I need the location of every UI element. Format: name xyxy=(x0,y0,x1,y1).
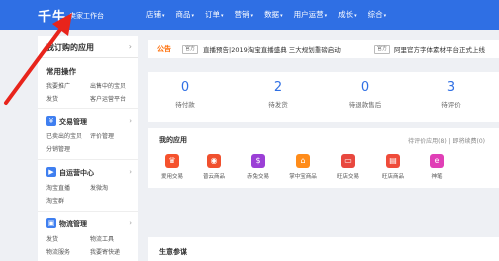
sidebar-link-customer[interactable]: 客户运营平台 xyxy=(90,94,126,103)
section-title-self-ops[interactable]: 自运营中心 xyxy=(59,168,94,178)
chevron-down-icon: ▾ xyxy=(221,13,224,19)
app-puyun-goods[interactable]: ◉ 普云商品 xyxy=(194,154,234,180)
sidebar-link-logistics-tools[interactable]: 物流工具 xyxy=(90,234,114,243)
chevron-right-icon: › xyxy=(129,219,132,227)
stat-pending-shipment[interactable]: 2 待发货 xyxy=(248,80,308,109)
nav-item-general[interactable]: 综合▾ xyxy=(368,9,387,21)
divider xyxy=(38,211,138,212)
stat-pending-review[interactable]: 3 待评价 xyxy=(421,80,481,109)
chevron-right-icon: › xyxy=(129,117,132,125)
shop-icon: ⌂ xyxy=(296,154,310,168)
apps-title: 我的应用 xyxy=(159,136,187,144)
app-label: 掌中宝商品 xyxy=(289,174,317,180)
nav-item-user-ops[interactable]: 用户运营▾ xyxy=(294,9,328,21)
stat-value: 0 xyxy=(360,80,370,95)
sidebar: 我订购的应用 › 常用操作 我要推广 出售中的宝贝 发货 客户运营平台 ¥ 交易… xyxy=(38,36,138,261)
my-apps-card: 我的应用 待评价应用(8) | 即将续费(0) ♛ 爱用交易 ◉ 普云商品 $ … xyxy=(148,128,499,188)
app-wangdian-goods[interactable]: ▤ 旺店商品 xyxy=(373,154,413,180)
chevron-down-icon: ▾ xyxy=(250,13,254,19)
sidebar-link-deliver[interactable]: 发货 xyxy=(46,234,58,243)
app-shenbi[interactable]: e 神笔 xyxy=(417,154,457,180)
app-label: 神笔 xyxy=(431,174,443,180)
divider xyxy=(38,108,138,109)
crown-icon: ♛ xyxy=(165,154,179,168)
nav-item-marketing[interactable]: 营销▾ xyxy=(235,9,254,21)
top-nav-bar: 千牛 卖家工作台 店铺▾ 商品▾ 订单▾ 营销▾ 数据▾ 用户运营▾ 成长▾ 综… xyxy=(0,0,499,30)
stat-value: 3 xyxy=(446,80,456,95)
official-tag: 官方 xyxy=(374,45,391,54)
stat-value: 2 xyxy=(273,80,283,95)
sidebar-link-reviews[interactable]: 评价管理 xyxy=(90,131,114,140)
logo[interactable]: 千牛 xyxy=(38,6,66,25)
nav-item-shop[interactable]: 店铺▾ xyxy=(146,9,165,21)
app-chitu-trade[interactable]: $ 赤兔交易 xyxy=(238,154,278,180)
sidebar-link-weitao[interactable]: 发微淘 xyxy=(90,183,108,192)
sidebar-link-promote[interactable]: 我要推广 xyxy=(46,81,70,90)
stat-value: 0 xyxy=(180,80,190,95)
notice-item[interactable]: 阿里官方字体素材平台正式上线 xyxy=(394,44,485,54)
stat-pending-payment[interactable]: 0 待付款 xyxy=(155,80,215,109)
notice-bar: 公告 官方 直播预告|2019淘宝直播盛典 三大规划重磅启动 官方 阿里官方字体… xyxy=(148,40,499,58)
chevron-down-icon: ▾ xyxy=(383,13,387,19)
sidebar-link-live[interactable]: 淘宝直播 xyxy=(46,183,70,192)
chevron-down-icon: ▾ xyxy=(191,13,195,19)
app-label: 旺店商品 xyxy=(381,174,404,180)
media-icon: ▶ xyxy=(46,167,56,177)
business-title: 生意参谋 xyxy=(159,248,187,256)
app-zhangzhongbao-goods[interactable]: ⌂ 掌中宝商品 xyxy=(283,154,323,180)
divider xyxy=(38,159,138,160)
logistics-icon: ▣ xyxy=(46,218,56,228)
business-advisor-card: 生意参谋 xyxy=(148,237,499,261)
section-title-trade[interactable]: 交易管理 xyxy=(59,117,87,127)
app-label: 赤兔交易 xyxy=(246,174,269,180)
monitor-icon: ▭ xyxy=(341,154,355,168)
sidebar-title: 我订购的应用 xyxy=(46,43,94,52)
chevron-down-icon: ▾ xyxy=(354,13,357,19)
app-label: 普云商品 xyxy=(202,174,225,180)
eye-icon: ◉ xyxy=(207,154,221,168)
price-tag-icon: $ xyxy=(251,154,265,168)
app-wangdian-trade[interactable]: ▭ 旺店交易 xyxy=(328,154,368,180)
sidebar-link-sold[interactable]: 已卖出的宝贝 xyxy=(46,131,82,140)
nav-item-orders[interactable]: 订单▾ xyxy=(205,9,224,21)
chevron-down-icon: ▾ xyxy=(280,13,283,19)
sidebar-link-logistics-service[interactable]: 物流服务 xyxy=(46,247,70,256)
main-nav: 店铺▾ 商品▾ 订单▾ 营销▾ 数据▾ 用户运营▾ 成长▾ 综合▾ xyxy=(146,9,397,21)
apps-header-links[interactable]: 待评价应用(8) | 即将续费(0) xyxy=(408,136,485,145)
official-tag: 官方 xyxy=(182,45,199,54)
notice-label: 公告 xyxy=(157,45,171,53)
e-icon: e xyxy=(430,154,444,168)
stat-label: 待评价 xyxy=(441,101,461,109)
stat-label: 待退款售后 xyxy=(348,101,382,109)
logo-subtitle: 卖家工作台 xyxy=(69,12,104,20)
sidebar-link-on-sale[interactable]: 出售中的宝贝 xyxy=(90,81,126,90)
sidebar-header[interactable]: 我订购的应用 › xyxy=(38,36,138,58)
chevron-right-icon: › xyxy=(128,42,132,51)
stat-label: 待发货 xyxy=(268,101,288,109)
sidebar-link-group[interactable]: 淘宝群 xyxy=(46,196,64,205)
wallet-icon: ▤ xyxy=(386,154,400,168)
nav-item-goods[interactable]: 商品▾ xyxy=(176,9,195,21)
chevron-down-icon: ▾ xyxy=(162,13,165,19)
app-label: 旺店交易 xyxy=(336,174,359,180)
section-title-logistics[interactable]: 物流管理 xyxy=(59,219,87,229)
nav-item-growth[interactable]: 成长▾ xyxy=(338,9,357,21)
notice-item[interactable]: 直播预告|2019淘宝直播盛典 三大规划重磅启动 xyxy=(203,44,341,54)
trade-icon: ¥ xyxy=(46,116,56,126)
stat-label: 待付款 xyxy=(175,101,195,109)
sidebar-link-ship[interactable]: 发货 xyxy=(46,94,58,103)
stat-pending-refund[interactable]: 0 待退款售后 xyxy=(335,80,395,109)
app-aiyong-trade[interactable]: ♛ 爱用交易 xyxy=(152,154,192,180)
chevron-down-icon: ▾ xyxy=(324,13,328,19)
nav-item-data[interactable]: 数据▾ xyxy=(264,9,283,21)
app-label: 爱用交易 xyxy=(160,174,183,180)
sidebar-link-distribution[interactable]: 分销管理 xyxy=(46,144,70,153)
order-stats-card: 0 待付款 2 待发货 0 待退款售后 3 待评价 xyxy=(148,72,499,122)
chevron-right-icon: › xyxy=(129,168,132,176)
sidebar-link-express[interactable]: 我要寄快递 xyxy=(90,247,120,256)
common-ops-title: 常用操作 xyxy=(46,67,76,76)
